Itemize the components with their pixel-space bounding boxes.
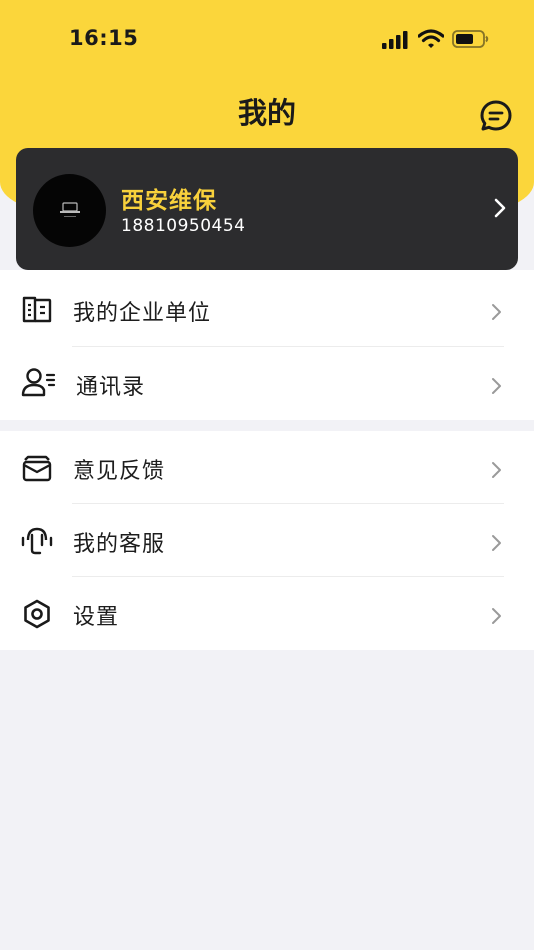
profile-phone: 18810950454 [121,216,246,236]
wifi-icon [418,29,444,48]
message-button[interactable] [478,98,514,134]
chevron-right-icon [492,304,501,320]
page-title: 我的 [237,96,296,130]
battery-icon [452,30,489,48]
menu-item-settings[interactable]: 设置 [0,577,534,650]
chevron-right-icon [492,535,501,551]
menu-item-feedback[interactable]: 意见反馈 [0,431,534,504]
menu-item-company[interactable]: 我的企业单位 [0,273,534,346]
contacts-icon [21,368,56,397]
chat-bubble-icon [480,100,512,131]
building-icon [22,296,52,323]
cellular-signal-icon [382,31,408,49]
avatar [33,174,106,247]
menu-label-contacts: 通讯录 [76,375,146,400]
menu-label-customer-service: 我的客服 [73,532,166,557]
headset-icon [21,527,53,555]
menu-label-company: 我的企业单位 [73,301,212,326]
menu-label-feedback: 意见反馈 [73,459,166,484]
status-time: 16:15 [69,26,139,50]
menu-item-customer-service[interactable]: 我的客服 [0,504,534,577]
chevron-right-icon [492,608,501,624]
menu-label-settings: 设置 [73,605,120,630]
settings-icon [24,599,50,629]
chevron-right-icon [492,378,501,394]
avatar-logo-icon [60,202,80,217]
chevron-right-icon [494,198,506,218]
menu-group-company: 我的企业单位 通讯录 [0,270,534,420]
profile-card[interactable]: 西安维保 18810950454 [16,148,518,270]
chevron-right-icon [492,462,501,478]
menu-group-support: 意见反馈 我的客服 设置 [0,431,534,650]
profile-name: 西安维保 [121,188,217,214]
menu-item-contacts[interactable]: 通讯录 [0,347,534,420]
mail-icon [22,455,52,482]
status-bar: 16:15 [0,0,534,80]
